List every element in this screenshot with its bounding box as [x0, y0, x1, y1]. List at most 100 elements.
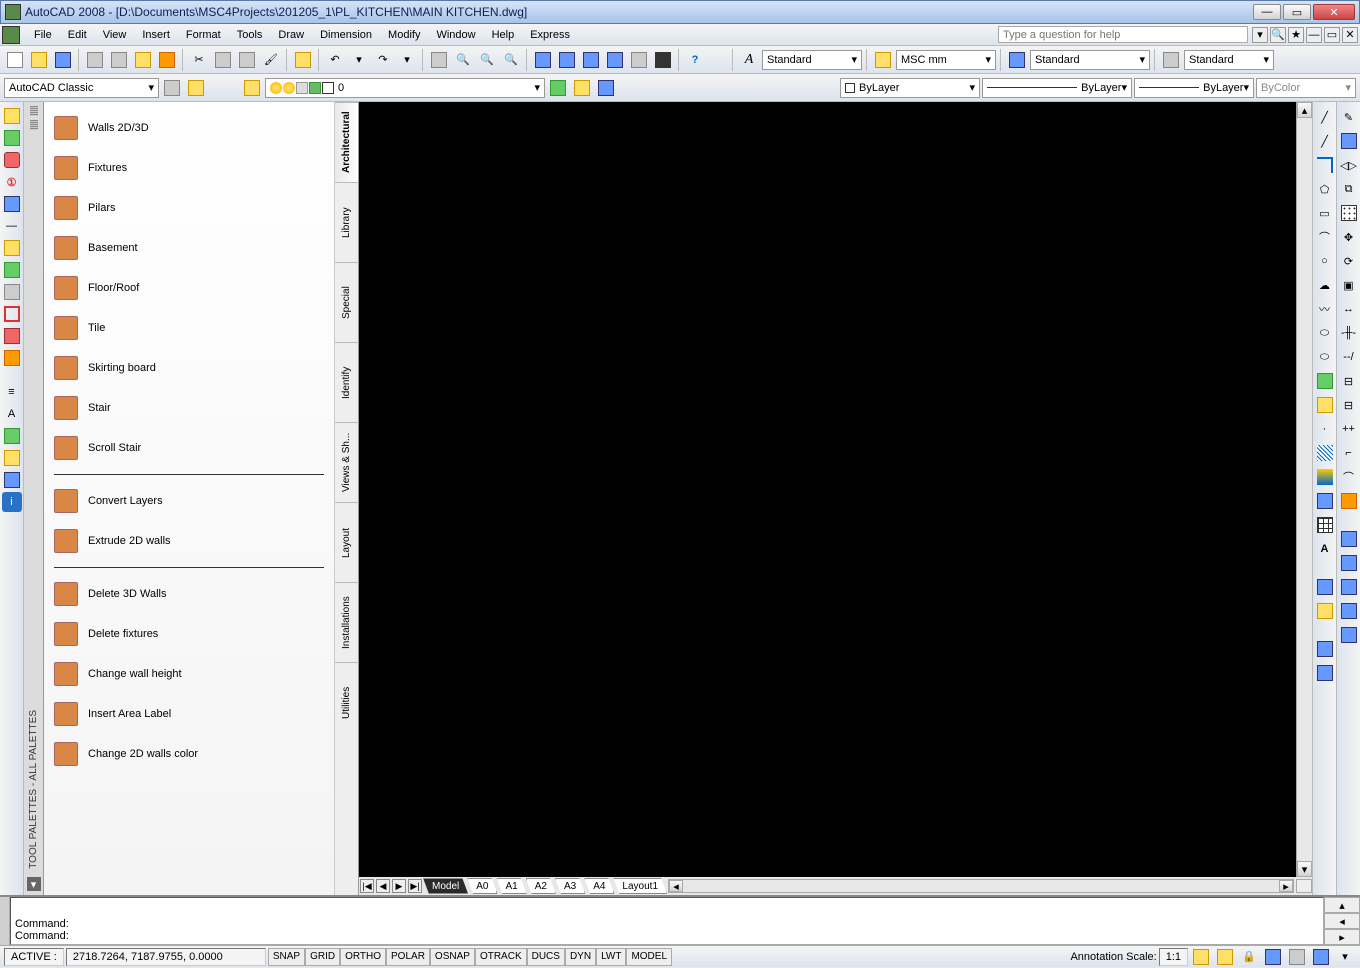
workspace-settings-button[interactable]: [161, 77, 183, 99]
layout-tab-a2[interactable]: A2: [526, 878, 556, 894]
help-search-dropdown[interactable]: ▾: [1252, 27, 1268, 43]
sb-tray-options[interactable]: ▾: [1334, 946, 1356, 968]
vertical-scrollbar[interactable]: ▴ ▾: [1296, 102, 1312, 877]
menu-tools[interactable]: Tools: [229, 27, 271, 43]
lt1-btn-11[interactable]: [2, 326, 22, 346]
hscroll-right-button[interactable]: ▸: [1279, 880, 1293, 892]
palette-tab-utilities[interactable]: Utilities: [335, 662, 358, 742]
palette-item-walls-2d-3d[interactable]: Walls 2D/3D: [54, 108, 324, 148]
ellipse-arc-button[interactable]: ⬭: [1314, 346, 1336, 368]
sb-tray-1[interactable]: [1262, 946, 1284, 968]
favorites-icon[interactable]: ★: [1288, 27, 1304, 43]
palette-tab-installations[interactable]: Installations: [335, 582, 358, 662]
workspace-dropdown[interactable]: AutoCAD Classic▾: [4, 78, 159, 98]
layout-nav-3[interactable]: ▶|: [408, 879, 422, 893]
sb-toggle-model[interactable]: MODEL: [626, 948, 672, 966]
palette-item-basement[interactable]: Basement: [54, 228, 324, 268]
region-button[interactable]: [1314, 490, 1336, 512]
lt1-distance-button[interactable]: ≡: [2, 382, 22, 402]
palette-tab-views-sh-[interactable]: Views & Sh...: [335, 422, 358, 502]
color-dropdown[interactable]: ByLayer▾: [840, 78, 980, 98]
ellipse-button[interactable]: ⬭: [1314, 322, 1336, 344]
point-button[interactable]: ·: [1314, 418, 1336, 440]
cmdline-handle[interactable]: [0, 897, 10, 945]
layer-states-button[interactable]: [571, 77, 593, 99]
xline-button[interactable]: ╱: [1314, 130, 1336, 152]
layout-nav-0[interactable]: |◀: [360, 879, 374, 893]
chamfer-button[interactable]: ⌐: [1338, 442, 1360, 464]
close-button[interactable]: ✕: [1313, 4, 1355, 20]
mdi-restore-button[interactable]: ▭: [1324, 27, 1340, 43]
match-props-button[interactable]: 🖌: [260, 49, 282, 71]
break-button[interactable]: ⊟: [1338, 394, 1360, 416]
palettes-bar[interactable]: TOOL PALETTES - ALL PALETTES ▾: [24, 102, 44, 895]
layer-dropdown[interactable]: 0▾: [265, 78, 545, 98]
redo-dropdown[interactable]: ▾: [396, 49, 418, 71]
copy-button[interactable]: [212, 49, 234, 71]
drawing-canvas[interactable]: [359, 102, 1312, 877]
rotate-button[interactable]: ⟳: [1338, 250, 1360, 272]
menu-file[interactable]: File: [26, 27, 60, 43]
palette-item-scroll-stair[interactable]: Scroll Stair: [54, 428, 324, 468]
zoom-previous-button[interactable]: 🔍: [476, 49, 498, 71]
3ddwf-button[interactable]: [156, 49, 178, 71]
circle-button[interactable]: ○: [1314, 250, 1336, 272]
lt1-btn-15[interactable]: [2, 426, 22, 446]
zoom-realtime-button[interactable]: 🔍: [452, 49, 474, 71]
lt1-btn-17[interactable]: [2, 470, 22, 490]
gradient-button[interactable]: [1314, 466, 1336, 488]
sb-toggle-lwt[interactable]: LWT: [596, 948, 626, 966]
lt1-btn-1[interactable]: [2, 106, 22, 126]
designcenter-button[interactable]: [556, 49, 578, 71]
palette-item-skirting-board[interactable]: Skirting board: [54, 348, 324, 388]
publish-button[interactable]: [132, 49, 154, 71]
open-button[interactable]: [28, 49, 50, 71]
palette-item-change-2d-walls-color[interactable]: Change 2D walls color: [54, 734, 324, 774]
palette-tab-architectural[interactable]: Architectural: [335, 102, 358, 182]
rt2b-5[interactable]: [1338, 624, 1360, 646]
mleader-style-icon[interactable]: [1160, 49, 1182, 71]
plot-preview-button[interactable]: [108, 49, 130, 71]
stretch-button[interactable]: ↔: [1338, 298, 1360, 320]
layer-previous-button[interactable]: [547, 77, 569, 99]
dim-style-dropdown[interactable]: MSC mm▾: [896, 50, 996, 70]
offset-button[interactable]: ⧉: [1338, 178, 1360, 200]
palette-item-stair[interactable]: Stair: [54, 388, 324, 428]
layout-tab-a3[interactable]: A3: [555, 878, 585, 894]
lt1-btn-12[interactable]: [2, 348, 22, 368]
palette-item-tile[interactable]: Tile: [54, 308, 324, 348]
lt1-btn-3[interactable]: [2, 150, 22, 170]
move-button[interactable]: ✥: [1338, 226, 1360, 248]
rt2b-1[interactable]: [1338, 528, 1360, 550]
help-button[interactable]: ?: [684, 49, 706, 71]
menu-edit[interactable]: Edit: [60, 27, 95, 43]
cmd-scroll-right[interactable]: ▸: [1324, 929, 1360, 945]
vscroll-down-button[interactable]: ▾: [1297, 861, 1312, 877]
palette-item-insert-area-label[interactable]: Insert Area Label: [54, 694, 324, 734]
horizontal-scrollbar[interactable]: ◂ ▸: [668, 879, 1294, 893]
undo-dropdown[interactable]: ▾: [348, 49, 370, 71]
cmd-scroll-left[interactable]: ◂: [1324, 913, 1360, 929]
lineweight-dropdown[interactable]: ByLayer▾: [1134, 78, 1254, 98]
lt1-btn-4[interactable]: ①: [2, 172, 22, 192]
sb-lock-button[interactable]: 🔒: [1238, 946, 1260, 968]
lt1-btn-8[interactable]: [2, 260, 22, 280]
layout-tab-a4[interactable]: A4: [584, 878, 614, 894]
palettes-options-button[interactable]: ▾: [27, 877, 41, 891]
rectangle-button[interactable]: ▭: [1314, 202, 1336, 224]
layout-tab-a0[interactable]: A0: [467, 878, 497, 894]
scale-button[interactable]: ▣: [1338, 274, 1360, 296]
palette-tab-layout[interactable]: Layout: [335, 502, 358, 582]
trim-button[interactable]: -╫-: [1338, 322, 1360, 344]
linetype-dropdown[interactable]: ByLayer▾: [982, 78, 1132, 98]
undo-button[interactable]: ↶: [324, 49, 346, 71]
rt2-btn-4[interactable]: [1314, 662, 1336, 684]
rt2-btn-1[interactable]: [1314, 576, 1336, 598]
palette-item-fixtures[interactable]: Fixtures: [54, 148, 324, 188]
fillet-button[interactable]: ⌒: [1338, 466, 1360, 488]
sb-anno-auto-button[interactable]: [1214, 946, 1236, 968]
palette-tab-identify[interactable]: Identify: [335, 342, 358, 422]
maximize-button[interactable]: ▭: [1283, 4, 1311, 20]
sb-anno-vis-button[interactable]: [1190, 946, 1212, 968]
vscroll-up-button[interactable]: ▴: [1297, 102, 1312, 118]
